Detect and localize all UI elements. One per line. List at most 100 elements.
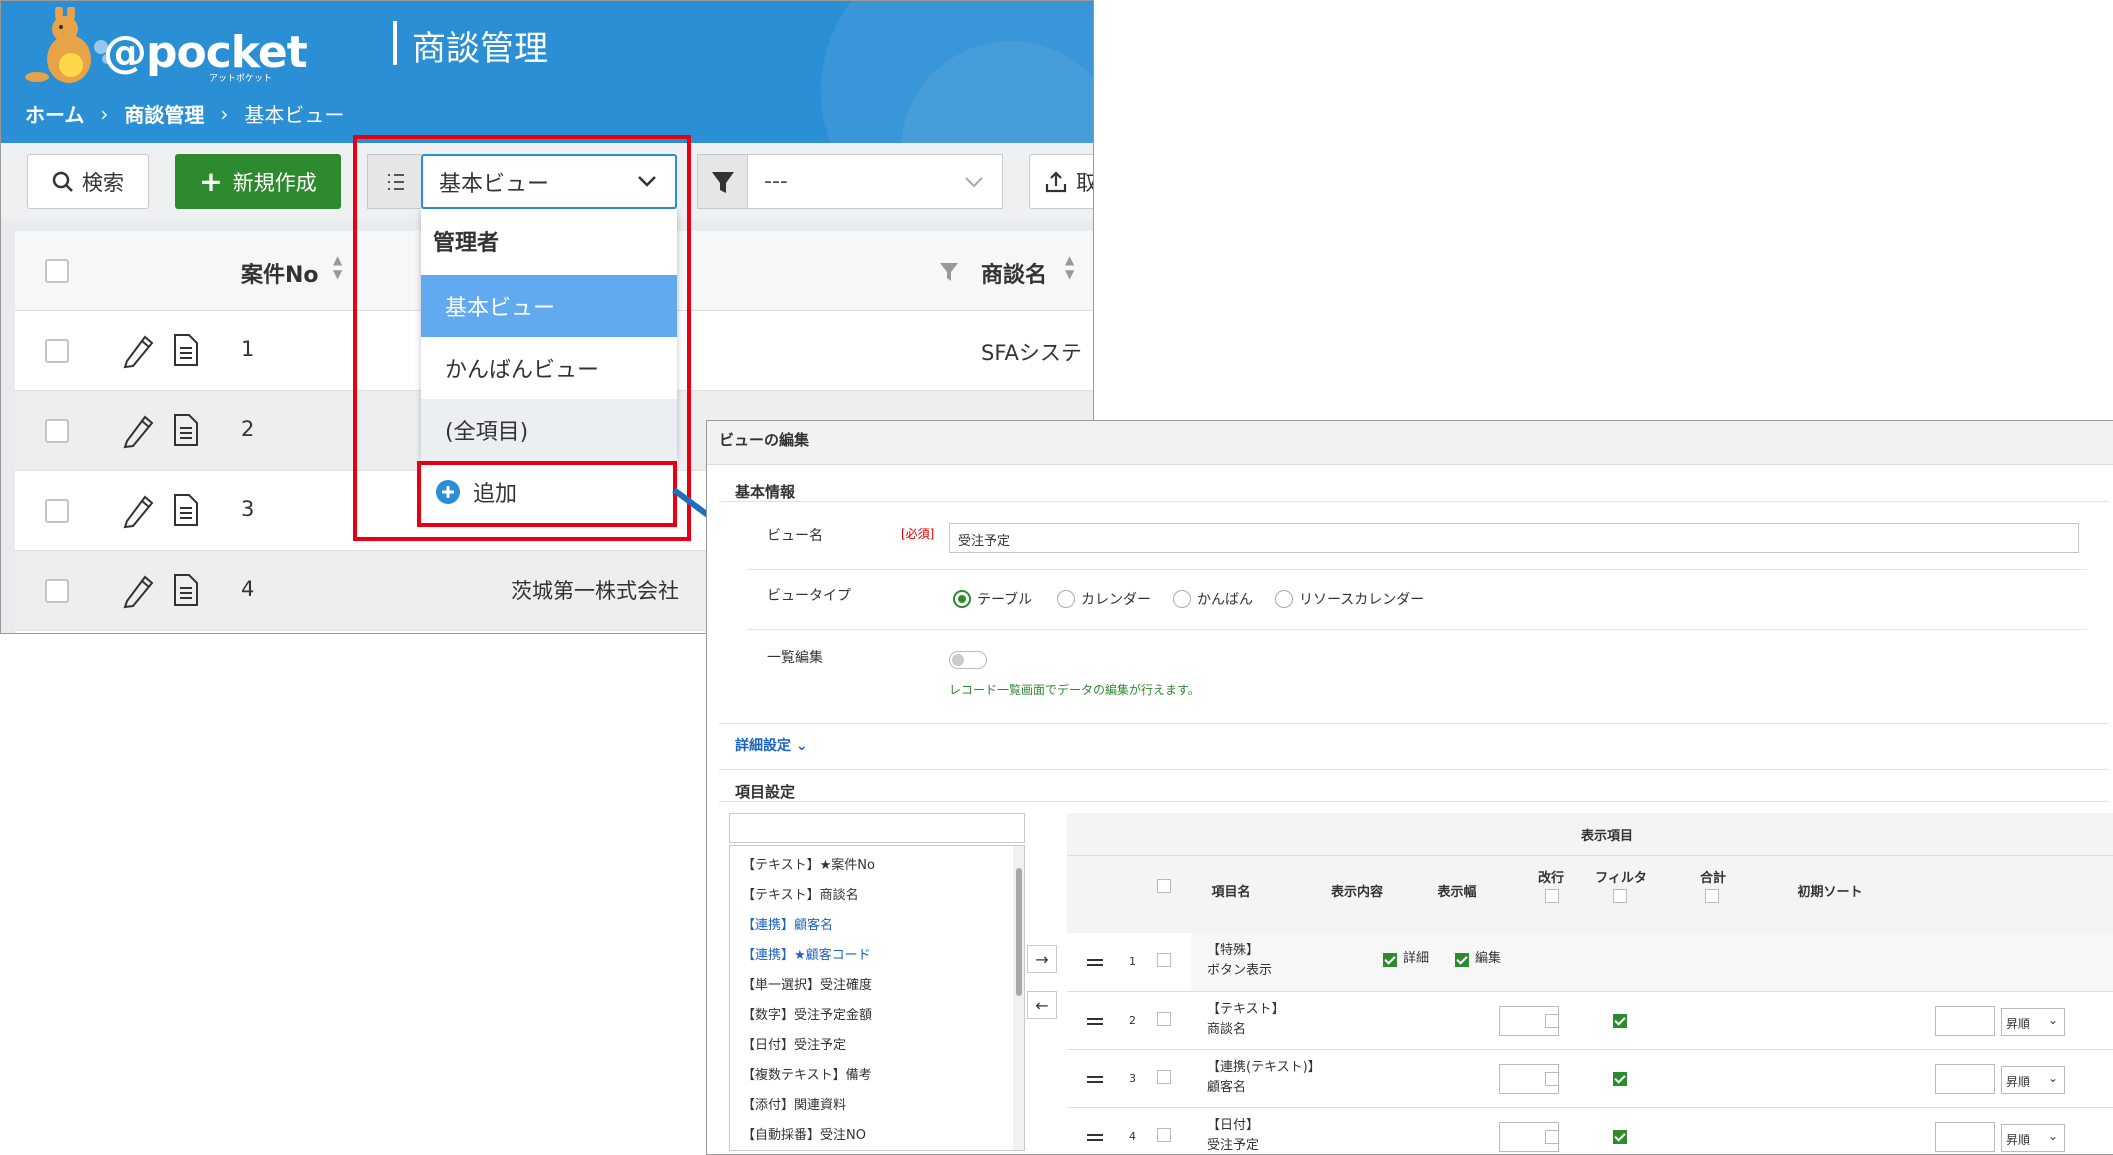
arrow-right-icon: → xyxy=(1035,949,1049,969)
drag-handle-icon[interactable] xyxy=(1087,1134,1103,1141)
move-left-button[interactable]: ← xyxy=(1027,991,1057,1019)
sort-icon[interactable]: ▲ ▼ xyxy=(1065,253,1074,281)
new-record-button[interactable]: + 新規作成 xyxy=(175,154,341,209)
breadcrumb-deals[interactable]: 商談管理 xyxy=(124,99,204,128)
table-row[interactable]: 4 【日付】 受注予定 昇順 ⌄ xyxy=(1067,1107,2113,1154)
document-icon[interactable] xyxy=(171,411,201,449)
drag-handle-icon[interactable] xyxy=(1087,1076,1103,1083)
sort-direction-select[interactable]: 昇順 ⌄ xyxy=(2001,1124,2065,1152)
list-item[interactable]: 【連携】★顧客コード xyxy=(742,944,871,963)
row-checkbox[interactable] xyxy=(45,579,69,603)
sort-direction-select[interactable]: 昇順 ⌄ xyxy=(2001,1008,2065,1036)
sort-order-input[interactable] xyxy=(1935,1006,1995,1036)
scrollbar-thumb[interactable] xyxy=(1016,868,1022,996)
select-all-items-checkbox[interactable] xyxy=(1157,879,1171,893)
sort-direction-select[interactable]: 昇順 ⌄ xyxy=(2001,1066,2065,1094)
item-settings-heading: 項目設定 xyxy=(735,783,796,801)
item-name: 【テキスト】 商談名 xyxy=(1207,1002,1285,1037)
row-checkbox[interactable] xyxy=(1157,953,1171,967)
detail-label: 詳細 xyxy=(1403,951,1430,966)
bulk-edit-label: 一覧編集 xyxy=(767,650,823,666)
edit-checkbox[interactable] xyxy=(1455,953,1469,967)
row-checkbox[interactable] xyxy=(1157,1012,1171,1026)
col-display-width: 表示幅 xyxy=(1437,885,1477,900)
move-right-button[interactable]: → xyxy=(1027,945,1057,973)
sort-order-input[interactable] xyxy=(1935,1122,1995,1152)
table-row[interactable]: 3 【連携(テキスト)】 顧客名 昇順 ⌄ xyxy=(1067,1049,2113,1107)
export-label: 取 xyxy=(1076,167,1093,197)
list-item[interactable]: 【テキスト】★案件No xyxy=(742,854,875,873)
row-checkbox[interactable] xyxy=(45,499,69,523)
filter-checkbox[interactable] xyxy=(1613,1130,1627,1144)
list-item[interactable]: 【自動採番】受注NO xyxy=(742,1124,866,1143)
row-checkbox[interactable] xyxy=(1157,1128,1171,1142)
page-title: 商談管理 xyxy=(412,29,548,69)
pencil-icon[interactable] xyxy=(119,491,155,529)
sort-order-input[interactable] xyxy=(1935,1064,1995,1094)
row-checkbox[interactable] xyxy=(45,419,69,443)
row-number: 2 xyxy=(1129,1014,1136,1027)
field-search-input[interactable] xyxy=(729,813,1025,843)
pencil-icon[interactable] xyxy=(119,331,155,369)
drag-handle-icon[interactable] xyxy=(1087,1018,1103,1025)
filter-select[interactable]: --- xyxy=(747,154,1003,209)
filter-checkbox[interactable] xyxy=(1613,1014,1627,1028)
filter-icon[interactable] xyxy=(939,261,959,283)
deal-name[interactable]: SFAシステ xyxy=(981,337,1082,367)
row-checkbox[interactable] xyxy=(1157,1070,1171,1084)
radio-resource-calendar[interactable]: リソースカレンダー xyxy=(1275,589,1424,609)
line-break-checkbox[interactable] xyxy=(1545,1130,1559,1144)
radio-kanban[interactable]: かんばん xyxy=(1173,589,1253,609)
list-item[interactable]: 【日付】受注予定 xyxy=(742,1034,846,1053)
sort-icon[interactable]: ▲ ▼ xyxy=(333,253,342,281)
breadcrumb: ホーム › 商談管理 › 基本ビュー xyxy=(25,99,344,128)
select-all-checkbox[interactable] xyxy=(45,259,69,283)
document-icon[interactable] xyxy=(171,571,201,609)
detail-checkbox[interactable] xyxy=(1383,953,1397,967)
breadcrumb-chevron-icon: › xyxy=(220,101,229,126)
detail-settings-link[interactable]: 詳細設定 ⌄ xyxy=(735,735,808,755)
list-item[interactable]: 【添付】関連資料 xyxy=(742,1094,846,1113)
row-checkbox[interactable] xyxy=(45,339,69,363)
title-divider xyxy=(393,21,397,65)
filter-all-checkbox[interactable] xyxy=(1613,889,1627,903)
edit-label: 編集 xyxy=(1475,951,1502,966)
col-deal-name[interactable]: 商談名 xyxy=(981,257,1047,289)
filter-icon-box xyxy=(697,154,747,209)
list-item[interactable]: 【数字】受注予定金額 xyxy=(742,1004,872,1023)
total-all-checkbox[interactable] xyxy=(1705,889,1719,903)
bulk-edit-toggle[interactable] xyxy=(949,651,987,669)
list-item[interactable]: 【テキスト】商談名 xyxy=(742,884,859,903)
table-row[interactable]: 1 【特殊】 ボタン表示 詳細 編集 xyxy=(1067,933,2113,991)
company-name[interactable]: 茨城第一株式会社 xyxy=(511,575,679,605)
export-button[interactable]: 取 xyxy=(1029,154,1093,209)
table-row[interactable]: 2 【テキスト】 商談名 昇順 ⌄ xyxy=(1067,991,2113,1049)
search-button[interactable]: 検索 xyxy=(27,154,149,209)
list-item[interactable]: 【単一選択】受注確度 xyxy=(742,974,872,993)
pencil-icon[interactable] xyxy=(119,411,155,449)
case-no: 2 xyxy=(241,417,255,441)
line-break-checkbox[interactable] xyxy=(1545,1072,1559,1086)
line-break-all-checkbox[interactable] xyxy=(1545,889,1559,903)
item-name: 【特殊】 ボタン表示 xyxy=(1207,943,1273,978)
filter-checkbox[interactable] xyxy=(1613,1072,1627,1086)
available-field-list[interactable]: 【テキスト】★案件No 【テキスト】商談名 【連携】顧客名 【連携】★顧客コード… xyxy=(729,845,1025,1151)
radio-calendar[interactable]: カレンダー xyxy=(1057,589,1151,609)
filter-icon xyxy=(712,172,734,193)
search-button-label: 検索 xyxy=(82,170,124,195)
document-icon[interactable] xyxy=(171,331,201,369)
document-icon[interactable] xyxy=(171,491,201,529)
view-name-input[interactable]: 受注予定 xyxy=(949,523,2079,553)
required-badge: [必須] xyxy=(901,527,935,541)
list-item[interactable]: 【連携】顧客名 xyxy=(742,914,833,933)
pencil-icon[interactable] xyxy=(119,571,155,609)
radio-table[interactable]: テーブル xyxy=(953,589,1032,609)
drag-handle-icon[interactable] xyxy=(1087,959,1103,966)
chevron-down-icon: ⌄ xyxy=(795,738,808,754)
list-item[interactable]: 【複数テキスト】備考 xyxy=(742,1064,872,1083)
chevron-down-icon: ⌄ xyxy=(2047,1071,2058,1085)
breadcrumb-home[interactable]: ホーム xyxy=(25,99,84,128)
line-break-checkbox[interactable] xyxy=(1545,1014,1559,1028)
radio-calendar-label: カレンダー xyxy=(1081,592,1151,608)
col-case-no[interactable]: 案件No xyxy=(241,257,319,289)
